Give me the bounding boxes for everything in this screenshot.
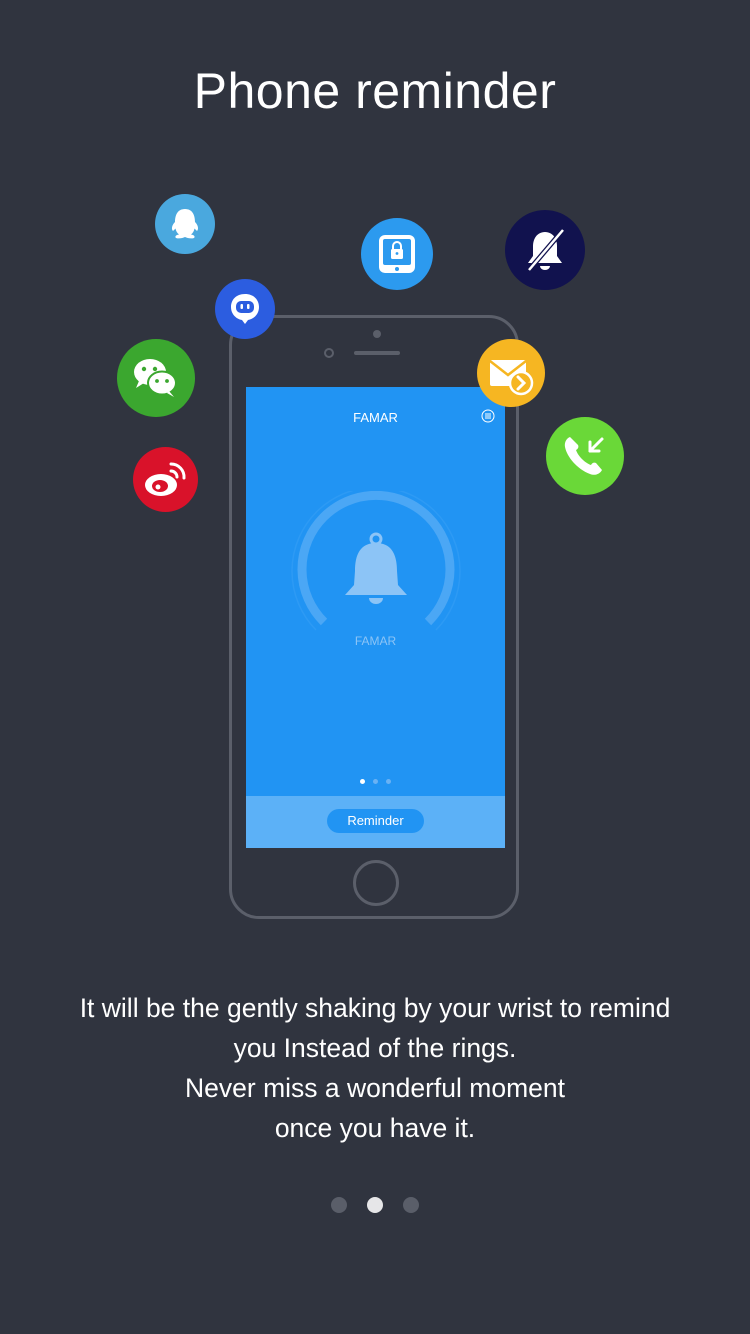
page-dot-active[interactable] — [367, 1197, 383, 1213]
menu-icon — [481, 409, 495, 423]
description-line: you Instead of the rings. — [233, 1033, 517, 1063]
bell-gauge — [291, 491, 461, 631]
proximity-sensor — [373, 330, 381, 338]
phone-screen: FAMAR FAMAR Reminder — [246, 387, 505, 848]
earpiece-speaker — [354, 351, 400, 355]
screen-dot — [386, 779, 391, 784]
messenger-icon — [215, 279, 275, 339]
screen-dot — [360, 779, 365, 784]
mail-forward-icon — [477, 339, 545, 407]
page-dot[interactable] — [331, 1197, 347, 1213]
wechat-icon — [117, 339, 195, 417]
description-line: It will be the gently shaking by your wr… — [79, 993, 671, 1023]
description-line: once you have it. — [274, 1113, 476, 1143]
page-indicator — [0, 1197, 750, 1213]
incoming-call-icon — [546, 417, 624, 495]
home-button — [353, 860, 399, 906]
qq-icon — [155, 194, 215, 254]
screen-page-indicator — [246, 779, 505, 784]
tablet-lock-icon — [361, 218, 433, 290]
gauge-label: FAMAR — [354, 634, 397, 648]
page-title: Phone reminder — [193, 63, 557, 119]
screen-dot — [373, 779, 378, 784]
front-camera — [324, 348, 334, 358]
reminder-button: Reminder — [327, 809, 424, 833]
description: It will be the gently shaking by your wr… — [20, 988, 730, 1148]
bell-icon — [345, 532, 407, 604]
notification-off-icon — [505, 210, 585, 290]
weibo-icon — [133, 447, 198, 512]
app-title: FAMAR — [353, 410, 398, 425]
page-dot[interactable] — [403, 1197, 419, 1213]
screen-bottom-bar: Reminder — [246, 796, 505, 848]
description-line: Never miss a wonderful moment — [185, 1073, 565, 1103]
